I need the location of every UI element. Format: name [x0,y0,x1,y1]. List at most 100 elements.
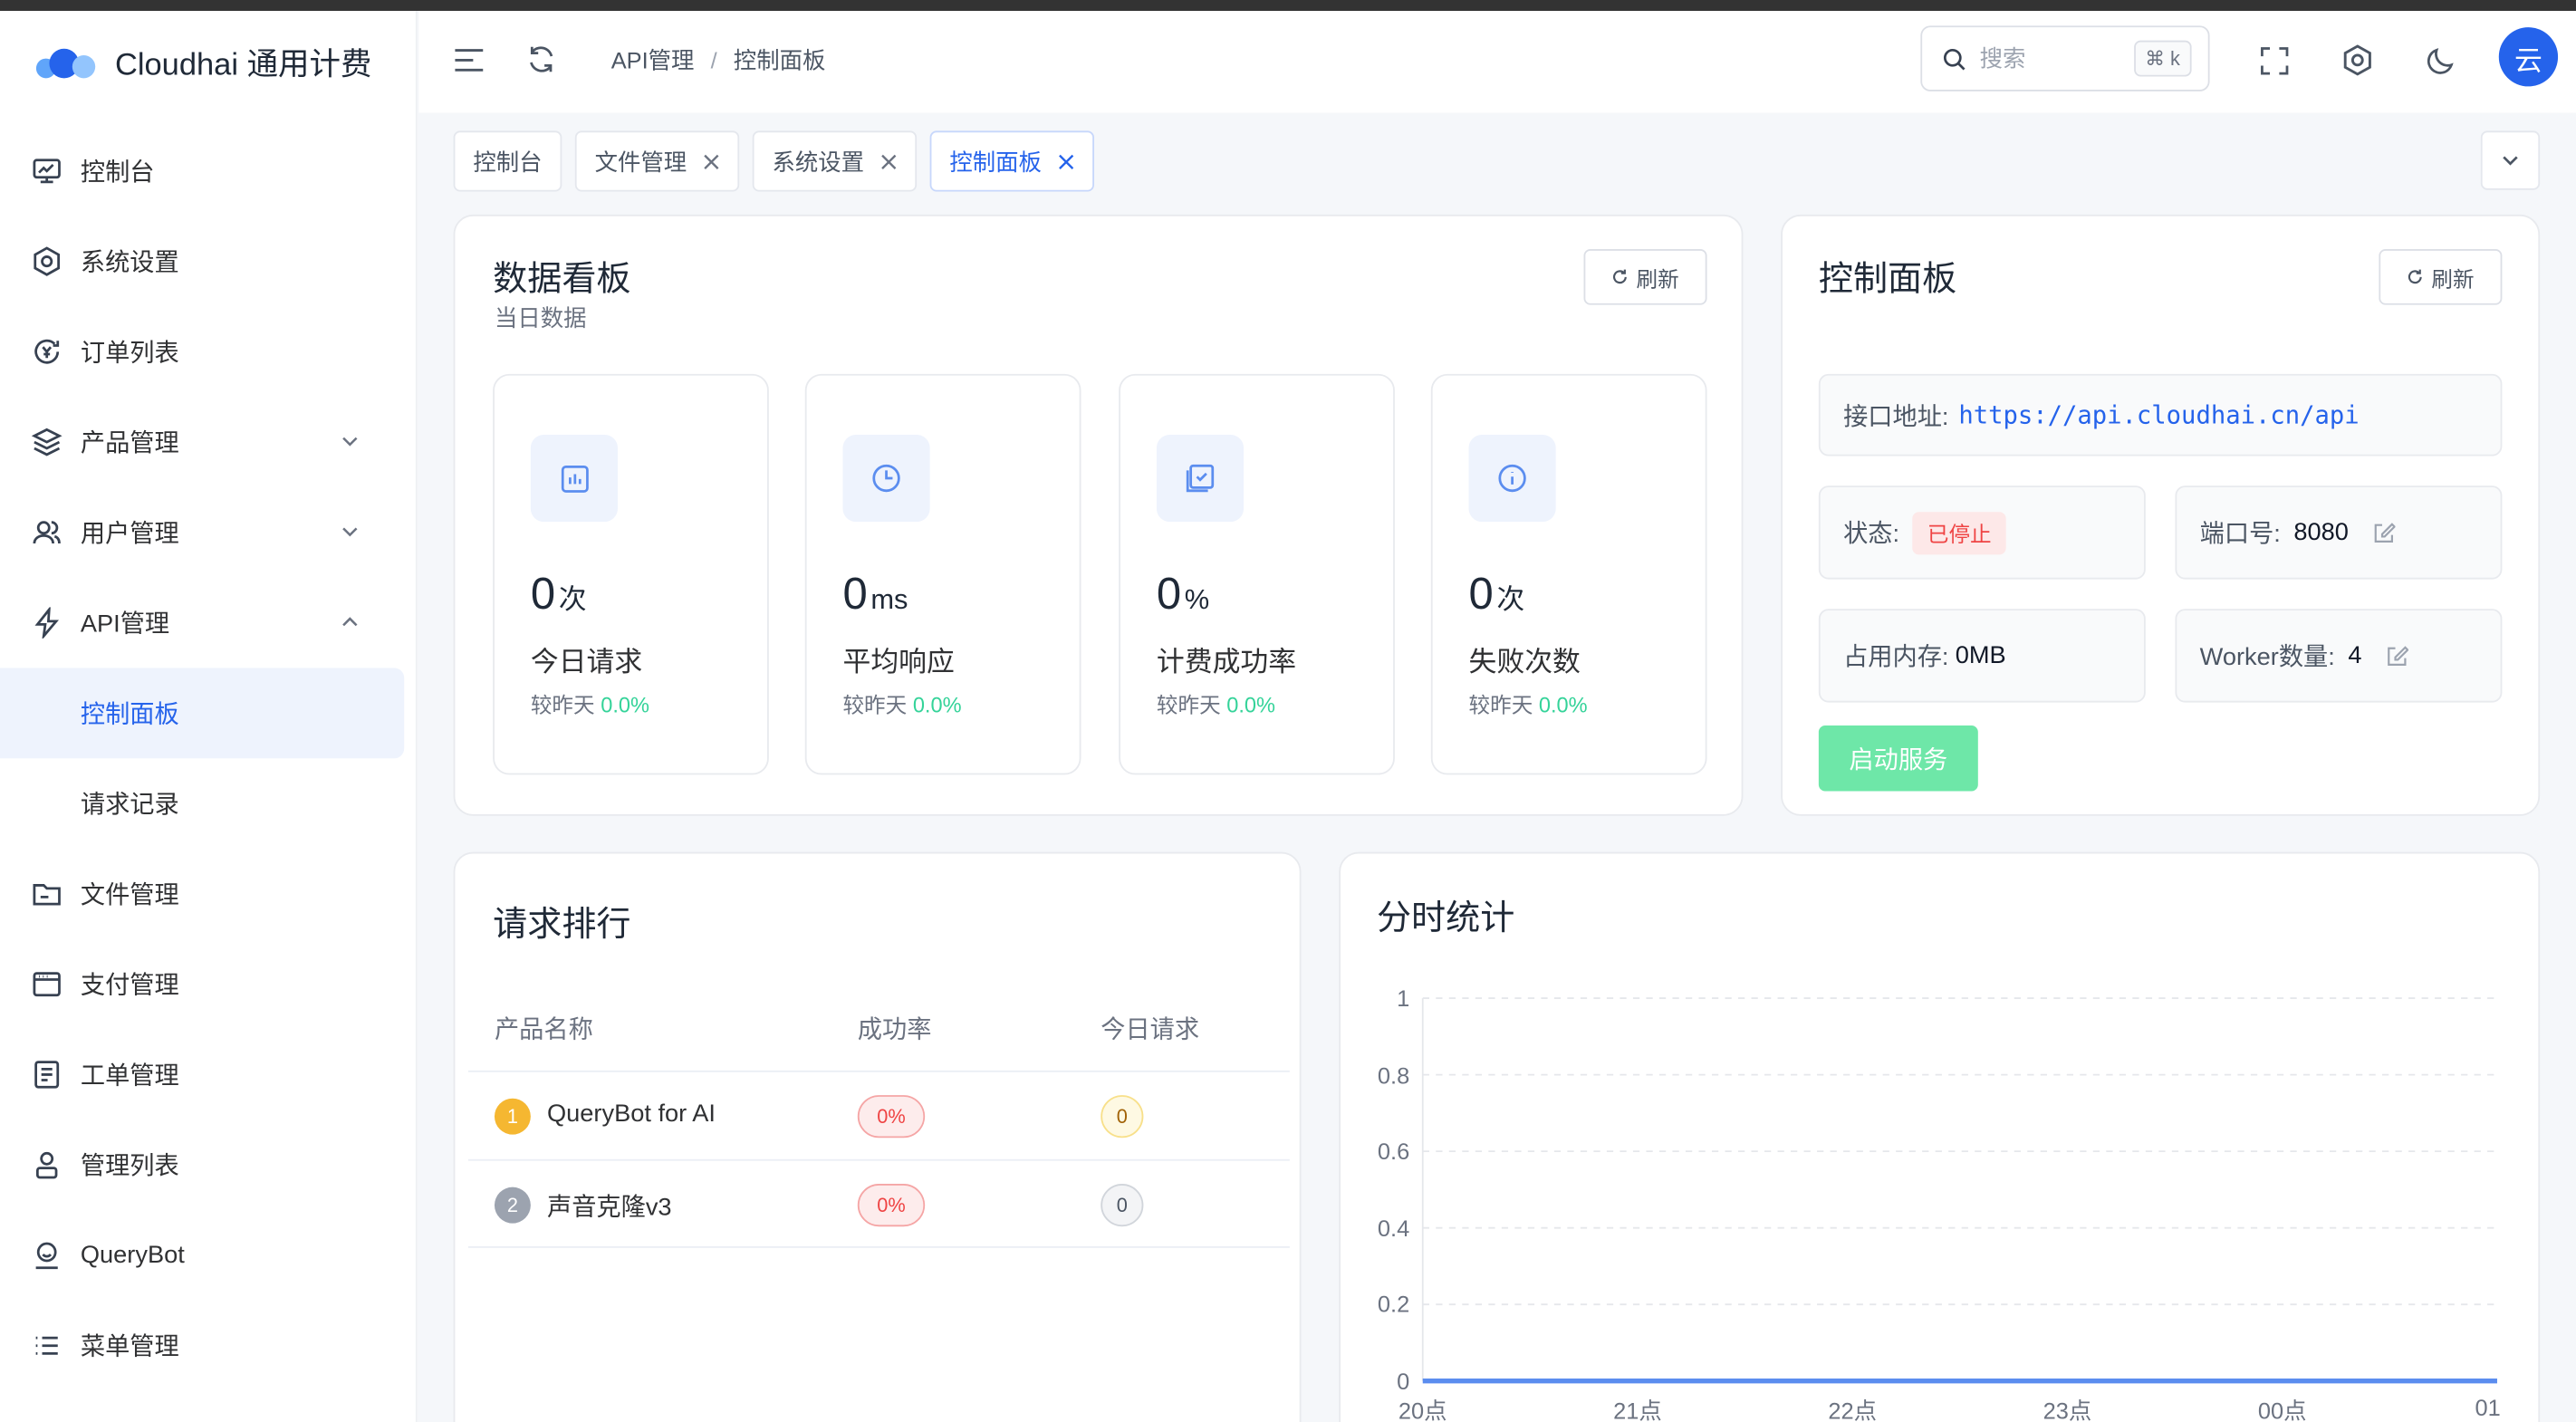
sidebar-item-products[interactable]: 产品管理 [0,397,418,487]
top-header: API管理 / 控制面板 搜索 ⌘ k 云 [418,11,2576,113]
edit-icon[interactable] [2385,644,2408,667]
control-refresh-button[interactable]: 刷新 [2379,249,2503,305]
sidebar-item-tickets[interactable]: 工单管理 [0,1030,418,1120]
stat-card-latency: 0 ms 平均响应 较昨天 0.0% [804,373,1081,775]
search-shortcut-badge: ⌘ k [2133,40,2192,77]
sidebar-item-label: API管理 [80,610,170,639]
dark-mode-moon-icon[interactable] [2423,43,2456,76]
brand-logo[interactable]: Cloudhai 通用计费 [33,41,371,85]
sidebar-item-admin-list[interactable]: 管理列表 [0,1119,418,1210]
memory-field: 占用内存: 0MB [1818,609,2146,703]
dashboard-refresh-button[interactable]: 刷新 [1583,249,1707,305]
table-row[interactable]: 1 QueryBot for AI 0% 0 [467,1070,1290,1159]
sidebar-item-request-log[interactable]: 请求记录 [0,758,418,849]
memory-value: 0MB [1955,641,2006,670]
success-rate-pill: 0% [857,1095,926,1139]
tab-console[interactable]: 控制台 [453,130,562,192]
sidebar-item-label: 系统设置 [80,249,179,277]
settings-hexagon-icon[interactable] [2341,43,2374,76]
sidebar-item-control-panel[interactable]: 控制面板 [0,668,405,759]
breadcrumb-item-current: 控制面板 [733,46,826,73]
worker-label: Worker数量: [2199,643,2335,672]
tabs-dropdown-button[interactable] [2480,130,2541,190]
stat-label: 平均响应 [842,646,955,678]
sidebar-item-label: QueryBot [80,1241,185,1270]
worker-field: Worker数量: 4 [2175,609,2503,703]
chevron-down-icon [342,527,358,537]
today-count-pill: 0 [1101,1184,1144,1227]
sidebar-item-api[interactable]: API管理 [0,578,418,668]
start-service-button[interactable]: 启动服务 [1818,725,1978,792]
user-badge-icon [30,1239,62,1272]
close-icon[interactable] [1058,153,1074,169]
stat-value: 0次 [1468,569,1525,620]
sidebar-item-label: 文件管理 [80,881,179,910]
close-icon[interactable] [880,153,897,169]
stat-label: 失败次数 [1468,646,1581,678]
sidebar-item-menus[interactable]: 菜单管理 [0,1301,418,1391]
status-badge: 已停止 [1912,511,2006,554]
sidebar-item-system-settings[interactable]: 系统设置 [0,216,418,307]
breadcrumb-item-api[interactable]: API管理 [611,43,695,76]
stat-compare: 较昨天 0.0% [842,692,962,717]
refresh-label: 刷新 [2431,266,2475,292]
tab-system-settings[interactable]: 系统设置 [752,130,918,192]
tab-control-panel[interactable]: 控制面板 [929,130,1094,192]
control-panel-card: 控制面板 刷新 接口地址: https://api.cloudhai.cn/ap… [1781,214,2541,816]
sidebar-item-label: 支付管理 [80,972,179,1000]
sidebar-item-label: 请求记录 [80,791,179,820]
sidebar-item-console[interactable]: 控制台 [0,126,418,216]
api-address-value[interactable]: https://api.cloudhai.cn/api [1958,400,2359,430]
tab-files[interactable]: 文件管理 [574,130,740,192]
request-ranking-card: 请求排行 产品名称 成功率 今日请求 1 QueryBot for AI 0% … [453,851,1302,1422]
success-rate-pill: 0% [857,1184,926,1227]
memory-label: 占用内存: [1843,643,1949,672]
card-title: 控制面板 [1818,260,1957,299]
page-tabs: 控制台 文件管理 系统设置 控制面板 [453,130,1094,192]
rank-badge: 2 [494,1187,531,1224]
lightning-icon [30,607,62,639]
refresh-icon[interactable] [524,42,557,74]
chevron-up-icon [342,617,358,627]
sidebar-item-label: 产品管理 [80,429,179,458]
product-name: QueryBot for AI [546,1100,716,1129]
stat-card-success-rate: 0% 计费成功率 较昨天 0.0% [1119,373,1395,775]
list-icon [30,1330,62,1362]
sidebar-item-users[interactable]: 用户管理 [0,487,418,578]
chevron-down-icon [342,437,358,447]
layers-icon [30,426,62,458]
refresh-icon [1612,269,1627,284]
menu-fold-icon[interactable] [452,43,485,76]
users-icon [30,516,62,549]
chevron-down-icon [2503,156,2518,166]
cloud-logo-icon [33,44,96,81]
search-icon [1943,48,1966,70]
sidebar-item-files[interactable]: 文件管理 [0,849,418,939]
status-field: 状态: 已停止 [1818,485,2146,580]
user-avatar[interactable]: 云 [2498,27,2559,87]
tab-label: 控制台 [473,148,543,175]
card-title: 请求排行 [493,906,631,945]
sidebar-item-querybot[interactable]: QueryBot [0,1210,418,1301]
document-list-icon [30,1058,62,1091]
product-name: 声音克隆v3 [546,1193,672,1222]
stat-label: 今日请求 [530,646,643,678]
brand-title: Cloudhai 通用计费 [114,48,372,83]
sidebar-item-orders[interactable]: 订单列表 [0,306,418,397]
column-header-rate: 成功率 [857,1016,932,1044]
edit-icon[interactable] [2371,521,2395,543]
api-address-label: 接口地址: [1843,402,1949,431]
refresh-label: 刷新 [1636,266,1679,292]
sidebar-item-label: 控制面板 [80,700,179,729]
sidebar-item-payments[interactable]: 支付管理 [0,939,418,1030]
bar-chart-icon [530,434,618,523]
port-value: 8080 [2293,518,2349,547]
table-row[interactable]: 2 声音克隆v3 0% 0 [467,1158,1290,1248]
sidebar: Cloudhai 通用计费 控制台 系统设置 订单列表 产品管理 用户管理 AP… [0,11,418,1422]
search-input[interactable]: 搜索 ⌘ k [1920,25,2210,91]
close-icon[interactable] [703,153,719,169]
fullscreen-icon[interactable] [2257,43,2290,76]
user-lock-icon [30,1148,62,1181]
hexagon-gear-icon [30,245,62,277]
info-circle-icon [1468,434,1556,523]
